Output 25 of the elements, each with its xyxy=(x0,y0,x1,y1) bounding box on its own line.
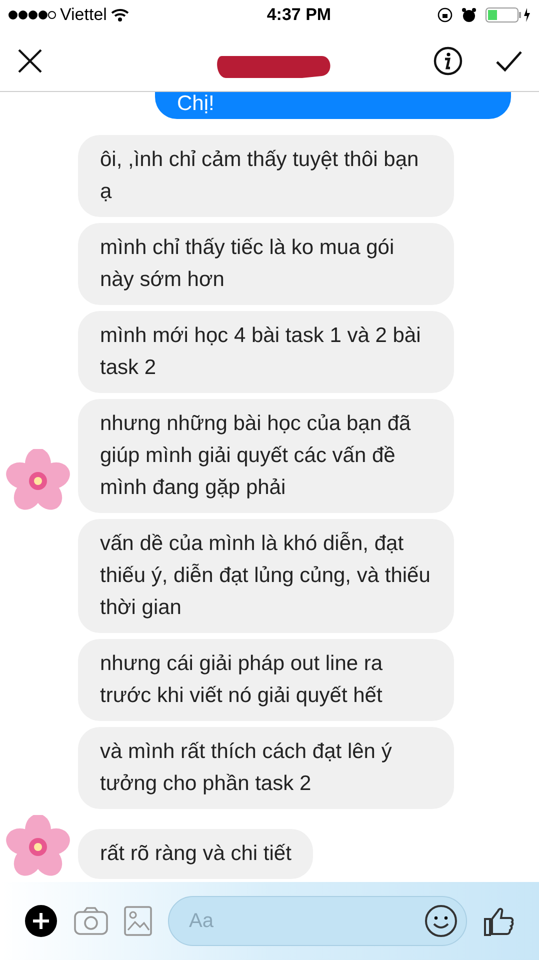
wifi-icon xyxy=(110,8,129,22)
message-bubble: nhưng những bài học của bạn đã giúp mình giải quyết các vấn đề mình đang gặp phải xyxy=(78,399,454,513)
checkmark-icon[interactable] xyxy=(495,48,523,72)
battery-icon xyxy=(484,7,531,23)
camera-icon[interactable] xyxy=(74,906,108,936)
message-bubble: và mình rất thích cách đạt lên ý tưởng cho phần task 2 xyxy=(78,727,454,809)
thumbs-up-icon[interactable] xyxy=(483,905,515,937)
message-bubble: rất rõ ràng và chi tiết xyxy=(78,829,314,879)
message-bubble: mình mới học 4 bài task 1 và 2 bài task 2 xyxy=(78,311,454,393)
message-composer[interactable]: Aa xyxy=(168,896,467,946)
message-bubble: vấn dề của mình là khó diễn, đạt thiếu ý, diễn đạt lủng củng, và thiếu thời gian xyxy=(78,519,454,633)
message-bubble: nhưng cái giải pháp out line ra trước khi viết nó giải quyết hết xyxy=(78,639,454,721)
sent-message-bubble: Chị! xyxy=(155,92,511,119)
signal-icon xyxy=(8,10,56,20)
emoji-icon[interactable] xyxy=(424,904,458,938)
add-icon[interactable] xyxy=(24,904,58,938)
clock-time: 4:37 PM xyxy=(266,4,332,26)
close-icon[interactable] xyxy=(16,46,44,74)
image-icon[interactable] xyxy=(124,906,152,936)
info-icon[interactable] xyxy=(433,46,463,76)
rotation-lock-icon xyxy=(436,7,453,23)
message-bubble: ôi, ,ình chỉ cảm thấy tuyệt thôi bạn ạ xyxy=(78,135,454,217)
message-field[interactable]: Aa xyxy=(189,906,369,936)
carrier-name: Viettel xyxy=(60,4,107,26)
message-bubble: mình chỉ thấy tiếc là ko mua gói này sớm hơn xyxy=(78,223,454,305)
